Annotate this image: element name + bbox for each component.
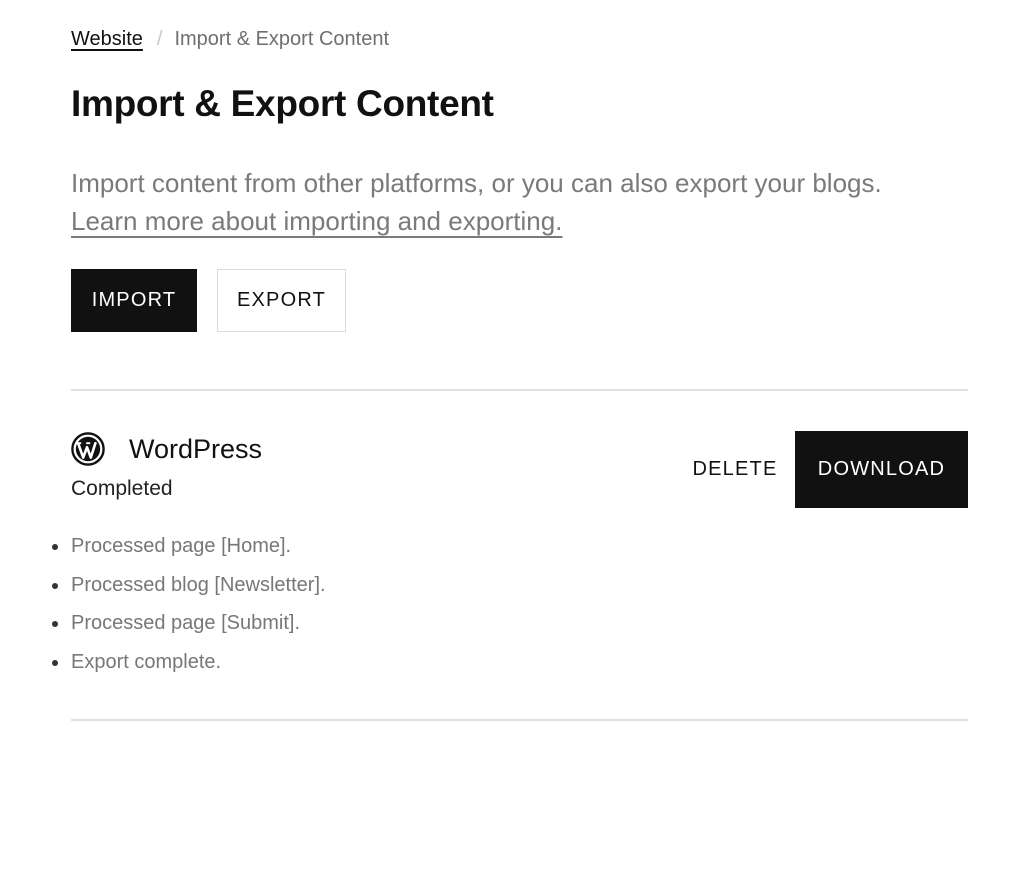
delete-button[interactable]: DELETE: [673, 431, 797, 508]
export-button[interactable]: EXPORT: [217, 269, 346, 332]
section-divider-bottom: [71, 719, 968, 721]
job-status: Completed: [71, 477, 173, 500]
export-job-header: WordPress: [71, 431, 262, 467]
breadcrumb-separator: /: [156, 28, 163, 50]
import-button[interactable]: IMPORT: [71, 269, 197, 332]
log-item: Processed blog [Newsletter].: [52, 566, 326, 605]
breadcrumb-current: Import & Export Content: [174, 28, 389, 50]
breadcrumb: Website / Import & Export Content: [71, 26, 389, 52]
log-item: Processed page [Home].: [52, 527, 326, 566]
breadcrumb-website-link[interactable]: Website: [71, 28, 143, 50]
export-log-list: Processed page [Home]. Processed blog [N…: [52, 527, 326, 682]
log-item: Processed page [Submit].: [52, 604, 326, 643]
download-button[interactable]: DOWNLOAD: [795, 431, 968, 508]
page-description: Import content from other platforms, or …: [71, 164, 951, 240]
page-title: Import & Export Content: [71, 83, 494, 124]
description-text: Import content from other platforms, or …: [71, 168, 882, 198]
section-divider-top: [71, 389, 968, 391]
log-item: Export complete.: [52, 643, 326, 682]
learn-more-link[interactable]: Learn more about importing and exporting…: [71, 206, 562, 236]
job-platform-name: WordPress: [129, 434, 263, 464]
wordpress-icon: [71, 432, 105, 466]
